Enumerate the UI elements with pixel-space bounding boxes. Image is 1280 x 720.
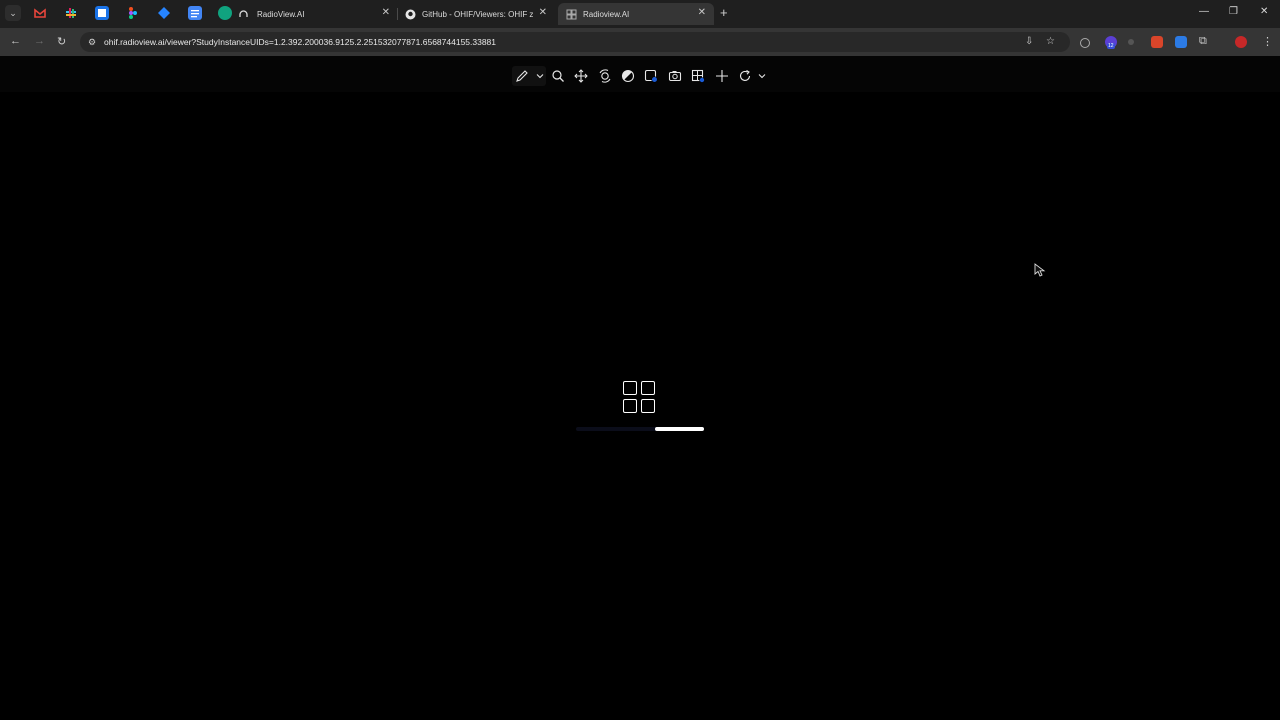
extension-red-icon[interactable] [1151, 36, 1163, 48]
mouse-pointer-icon [1034, 263, 1046, 277]
tab-search-chevron-icon[interactable]: ⌄ [5, 5, 21, 21]
zoom-icon[interactable] [551, 69, 565, 83]
site-info-icon[interactable]: ⚙ [88, 37, 98, 47]
back-arrow-icon[interactable]: ← [10, 35, 21, 47]
headphones-icon [238, 9, 249, 20]
menu-kebab-icon[interactable]: ⋮ [1262, 35, 1273, 48]
close-icon[interactable]: ✕ [539, 7, 547, 18]
tab-title: RadioView.AI [257, 9, 305, 19]
browser-tab-strip: ⌄ RadioView.AI ✕ GitHub - OHIF/Viewers: … [0, 0, 1280, 28]
layout-icon[interactable] [691, 69, 705, 83]
bookmark-star-icon[interactable]: ☆ [1046, 36, 1055, 47]
chevron-down-icon[interactable] [536, 72, 550, 86]
address-bar[interactable]: ⚙ ohif.radioview.ai/viewer?StudyInstance… [80, 32, 1070, 52]
url-text[interactable]: ohif.radioview.ai/viewer?StudyInstanceUI… [104, 37, 496, 47]
docs-icon[interactable] [188, 6, 202, 20]
extension-dot-icon[interactable] [1128, 39, 1134, 45]
new-tab-plus-icon[interactable]: + [720, 5, 728, 20]
github-icon [405, 9, 416, 20]
jira-icon[interactable] [157, 6, 171, 20]
reload-icon[interactable]: ↻ [57, 35, 66, 48]
rotate-icon[interactable] [738, 69, 752, 83]
camera-icon[interactable] [668, 69, 682, 83]
profile-avatar[interactable] [1235, 36, 1247, 48]
gmail-icon[interactable] [33, 6, 47, 20]
window-level-icon[interactable] [598, 69, 612, 83]
tab-title: Radioview.AI [583, 9, 630, 19]
chevron-down-icon[interactable] [758, 72, 772, 86]
viewer-toolbar [0, 56, 1280, 92]
figma-icon[interactable] [126, 6, 140, 20]
pan-icon[interactable] [574, 69, 588, 83]
window-close-icon[interactable]: ✕ [1260, 6, 1268, 17]
restore-icon[interactable]: ❐ [1229, 6, 1238, 17]
tab-radioview[interactable]: RadioView.AI ✕ [238, 3, 398, 25]
minimize-icon[interactable]: — [1199, 6, 1209, 17]
pencil-icon[interactable] [515, 69, 529, 83]
extension-icon[interactable] [218, 6, 232, 20]
capture-icon[interactable] [644, 69, 658, 83]
extensions-puzzle-icon[interactable]: ⧉ [1199, 35, 1207, 48]
extension-target-icon[interactable] [1080, 38, 1090, 48]
grid-favicon-icon [566, 9, 577, 20]
close-icon[interactable]: ✕ [382, 7, 390, 18]
tab-github[interactable]: GitHub - OHIF/Viewers: OHIF z ✕ [397, 3, 555, 25]
calendar-icon[interactable] [95, 6, 109, 20]
slack-icon[interactable] [64, 6, 78, 20]
loading-progress-bar [655, 427, 704, 431]
install-app-icon[interactable]: ⇩ [1025, 36, 1033, 47]
forward-arrow-icon[interactable]: → [34, 35, 45, 47]
tab-title: GitHub - OHIF/Viewers: OHIF z [422, 9, 534, 19]
extension-blue-icon[interactable] [1175, 36, 1187, 48]
browser-toolbar: ← → ↻ ⚙ ohif.radioview.ai/viewer?StudyIn… [0, 28, 1280, 56]
extension-badge: 12 [1107, 43, 1115, 49]
tab-radioview-active[interactable]: Radioview.AI ✕ [558, 3, 714, 25]
crosshair-icon[interactable] [715, 69, 729, 83]
contrast-icon[interactable] [621, 69, 635, 83]
loading-grid-icon [623, 381, 657, 415]
close-icon[interactable]: ✕ [698, 7, 706, 18]
